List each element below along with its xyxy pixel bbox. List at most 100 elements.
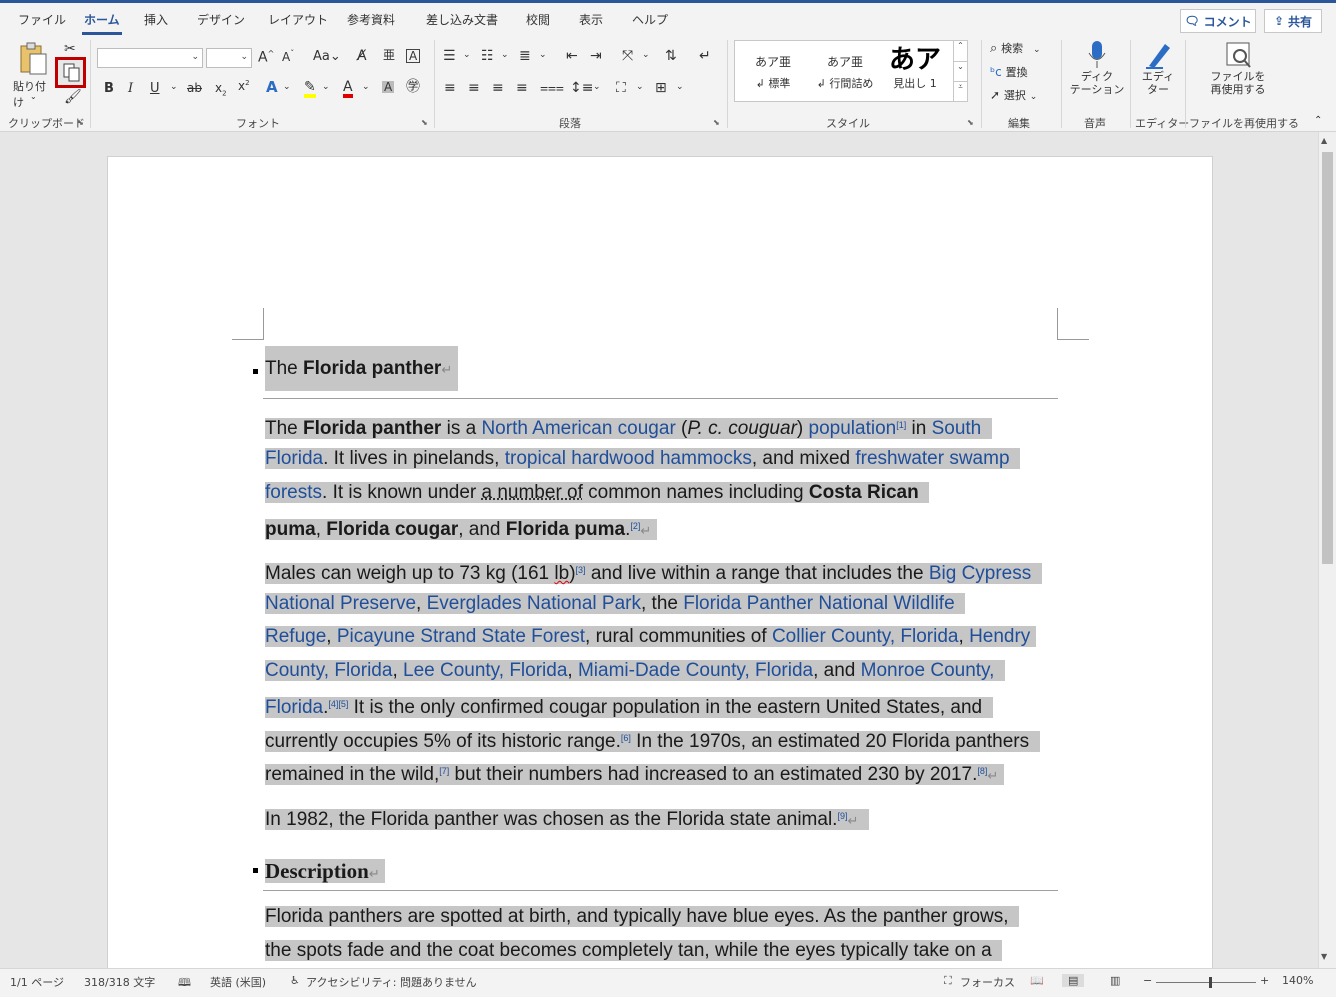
reuse-files-button[interactable]: ファイルを 再使用する [1200, 40, 1276, 108]
link[interactable]: Monroe County, [861, 660, 995, 681]
comment-button[interactable]: 🗨 コメント [1180, 9, 1256, 33]
web-layout-icon[interactable]: ▥ [1110, 974, 1120, 987]
styles-launcher-icon[interactable]: ⬊ [967, 118, 974, 127]
chevron-down-icon[interactable]: ⌄ [170, 83, 178, 92]
link[interactable]: freshwater swamp [855, 448, 1009, 469]
citation-link[interactable]: [2] [630, 521, 640, 531]
font-color-icon[interactable]: A [343, 80, 353, 98]
link[interactable]: Everglades National Park [427, 593, 641, 614]
bullets-icon[interactable]: ☰ [443, 49, 456, 63]
tab-view[interactable]: 表示 [579, 11, 603, 28]
paste-dropdown-arrow[interactable]: ⌄ [30, 92, 37, 101]
paste-button[interactable]: 貼り付け ⌄ [10, 40, 54, 109]
link[interactable]: Collier County, Florida [772, 626, 959, 647]
link[interactable]: Hendry [969, 626, 1030, 647]
clear-formatting-icon[interactable]: A̸ [357, 49, 367, 63]
link[interactable]: Florida [265, 697, 323, 718]
word-count[interactable]: 318/318 文字 [84, 974, 155, 990]
zoom-out-button[interactable]: − [1143, 974, 1152, 987]
zoom-slider-handle[interactable] [1209, 977, 1212, 988]
zoom-in-button[interactable]: + [1260, 974, 1269, 987]
replace-button[interactable]: ᵇc 置換 [990, 64, 1028, 82]
tab-layout[interactable]: レイアウト [268, 11, 328, 28]
asian-layout-icon[interactable]: ⤧ [622, 49, 633, 63]
italic-icon[interactable]: I [128, 82, 133, 95]
enclose-characters-icon[interactable]: ㊫ [406, 80, 420, 94]
page-count[interactable]: 1/1 ページ [10, 974, 64, 990]
gallery-scroll-up[interactable]: ⌃ [953, 41, 967, 61]
chevron-down-icon[interactable]: ⌄ [676, 83, 684, 92]
gallery-scroll-down[interactable]: ⌄ [953, 61, 967, 81]
scroll-up-arrow[interactable]: ▲ [1321, 136, 1327, 145]
tab-design[interactable]: デザイン [197, 11, 245, 28]
scrollbar-thumb[interactable] [1322, 152, 1333, 564]
chevron-down-icon[interactable]: ⌄ [362, 83, 370, 92]
heading-collapse-marker[interactable] [253, 868, 258, 873]
highlight-icon[interactable]: ✎ [304, 80, 316, 98]
justify-icon[interactable]: ≡ [516, 81, 528, 95]
decrease-indent-icon[interactable]: ⇤ [566, 49, 578, 63]
strikethrough-icon[interactable]: ab [187, 82, 202, 94]
link[interactable]: National Preserve [265, 593, 416, 614]
align-right-icon[interactable]: ≡ [492, 81, 504, 95]
zoom-slider[interactable] [1156, 977, 1256, 988]
underline-icon[interactable]: U [150, 82, 160, 95]
font-name-dropdown[interactable]: ⌄ [97, 48, 203, 68]
link[interactable]: population [809, 418, 897, 439]
focus-mode-button[interactable]: フォーカス [960, 974, 1015, 990]
line-spacing-icon[interactable]: ↕≡ [570, 81, 593, 95]
vertical-scrollbar[interactable]: ▲ ▼ [1318, 132, 1336, 968]
subscript-icon[interactable]: x2 [215, 82, 227, 97]
read-mode-icon[interactable]: 📖 [1030, 974, 1044, 987]
citation-link[interactable]: [3] [576, 565, 586, 575]
grow-font-icon[interactable]: A^ [258, 50, 274, 65]
font-size-dropdown[interactable]: ⌄ [206, 48, 252, 68]
shrink-font-icon[interactable]: Aˇ [282, 50, 294, 64]
chevron-down-icon[interactable]: ⌄ [322, 83, 330, 92]
style-normal[interactable]: あア亜 ↲ 標準 [738, 49, 808, 91]
language-indicator[interactable]: 英語 (米国) [210, 974, 266, 990]
character-shading-icon[interactable]: A [382, 81, 395, 93]
tab-mailings[interactable]: 差し込み文書 [426, 11, 498, 28]
select-button[interactable]: ➚ 選択 ⌄ [990, 87, 1037, 105]
increase-indent-icon[interactable]: ⇥ [590, 49, 602, 63]
link[interactable]: Miami-Dade County, Florida [578, 660, 813, 681]
link[interactable]: North American cougar [481, 418, 675, 439]
scroll-down-arrow[interactable]: ▼ [1321, 952, 1327, 961]
chevron-down-icon[interactable]: ⌄ [636, 83, 644, 92]
link[interactable]: tropical hardwood hammocks [505, 448, 752, 469]
citation-link[interactable]: [8] [977, 766, 987, 776]
sort-icon[interactable]: ⇅ [665, 49, 677, 63]
accessibility-status[interactable]: アクセシビリティ: 問題ありません [306, 974, 477, 990]
zoom-level[interactable]: 140% [1282, 974, 1313, 987]
change-case-button[interactable]: Aa⌄ [313, 50, 341, 63]
proofing-icon[interactable]: 🕮 [178, 974, 191, 993]
character-border-icon[interactable]: A [406, 49, 421, 63]
tab-review[interactable]: 校閲 [526, 11, 550, 28]
multilevel-list-icon[interactable]: ≣ [519, 49, 531, 63]
editor-button[interactable]: エディ ター [1136, 40, 1180, 108]
link[interactable]: Picayune Strand State Forest [337, 626, 585, 647]
tab-references[interactable]: 参考資料 [347, 11, 395, 28]
chevron-down-icon[interactable]: ⌄ [463, 51, 471, 60]
superscript-icon[interactable]: x2 [238, 80, 250, 93]
font-launcher-icon[interactable]: ⬊ [421, 118, 428, 127]
dictate-button[interactable]: ディク テーション [1068, 40, 1126, 108]
share-button[interactable]: ⇪ 共有 [1264, 9, 1322, 33]
paragraph-launcher-icon[interactable]: ⬊ [713, 118, 720, 127]
gallery-more[interactable]: ⩡ [953, 81, 967, 101]
tab-help[interactable]: ヘルプ [632, 11, 668, 28]
chevron-down-icon[interactable]: ⌄ [283, 83, 291, 92]
numbering-icon[interactable]: ☷ [481, 49, 494, 63]
align-center-icon[interactable]: ≡ [468, 81, 480, 95]
tab-insert[interactable]: 挿入 [144, 11, 168, 28]
align-left-icon[interactable]: ≡ [444, 81, 456, 95]
citation-link[interactable]: [1] [896, 420, 906, 430]
tab-home[interactable]: ホーム [82, 11, 122, 35]
print-layout-icon[interactable]: ▤ [1062, 974, 1085, 987]
link[interactable]: South [932, 418, 982, 439]
distributed-icon[interactable]: ⩶ [540, 81, 564, 95]
link[interactable]: Florida [265, 448, 323, 469]
chevron-down-icon[interactable]: ⌄ [501, 51, 509, 60]
link[interactable]: Florida Panther National Wildlife [683, 593, 954, 614]
